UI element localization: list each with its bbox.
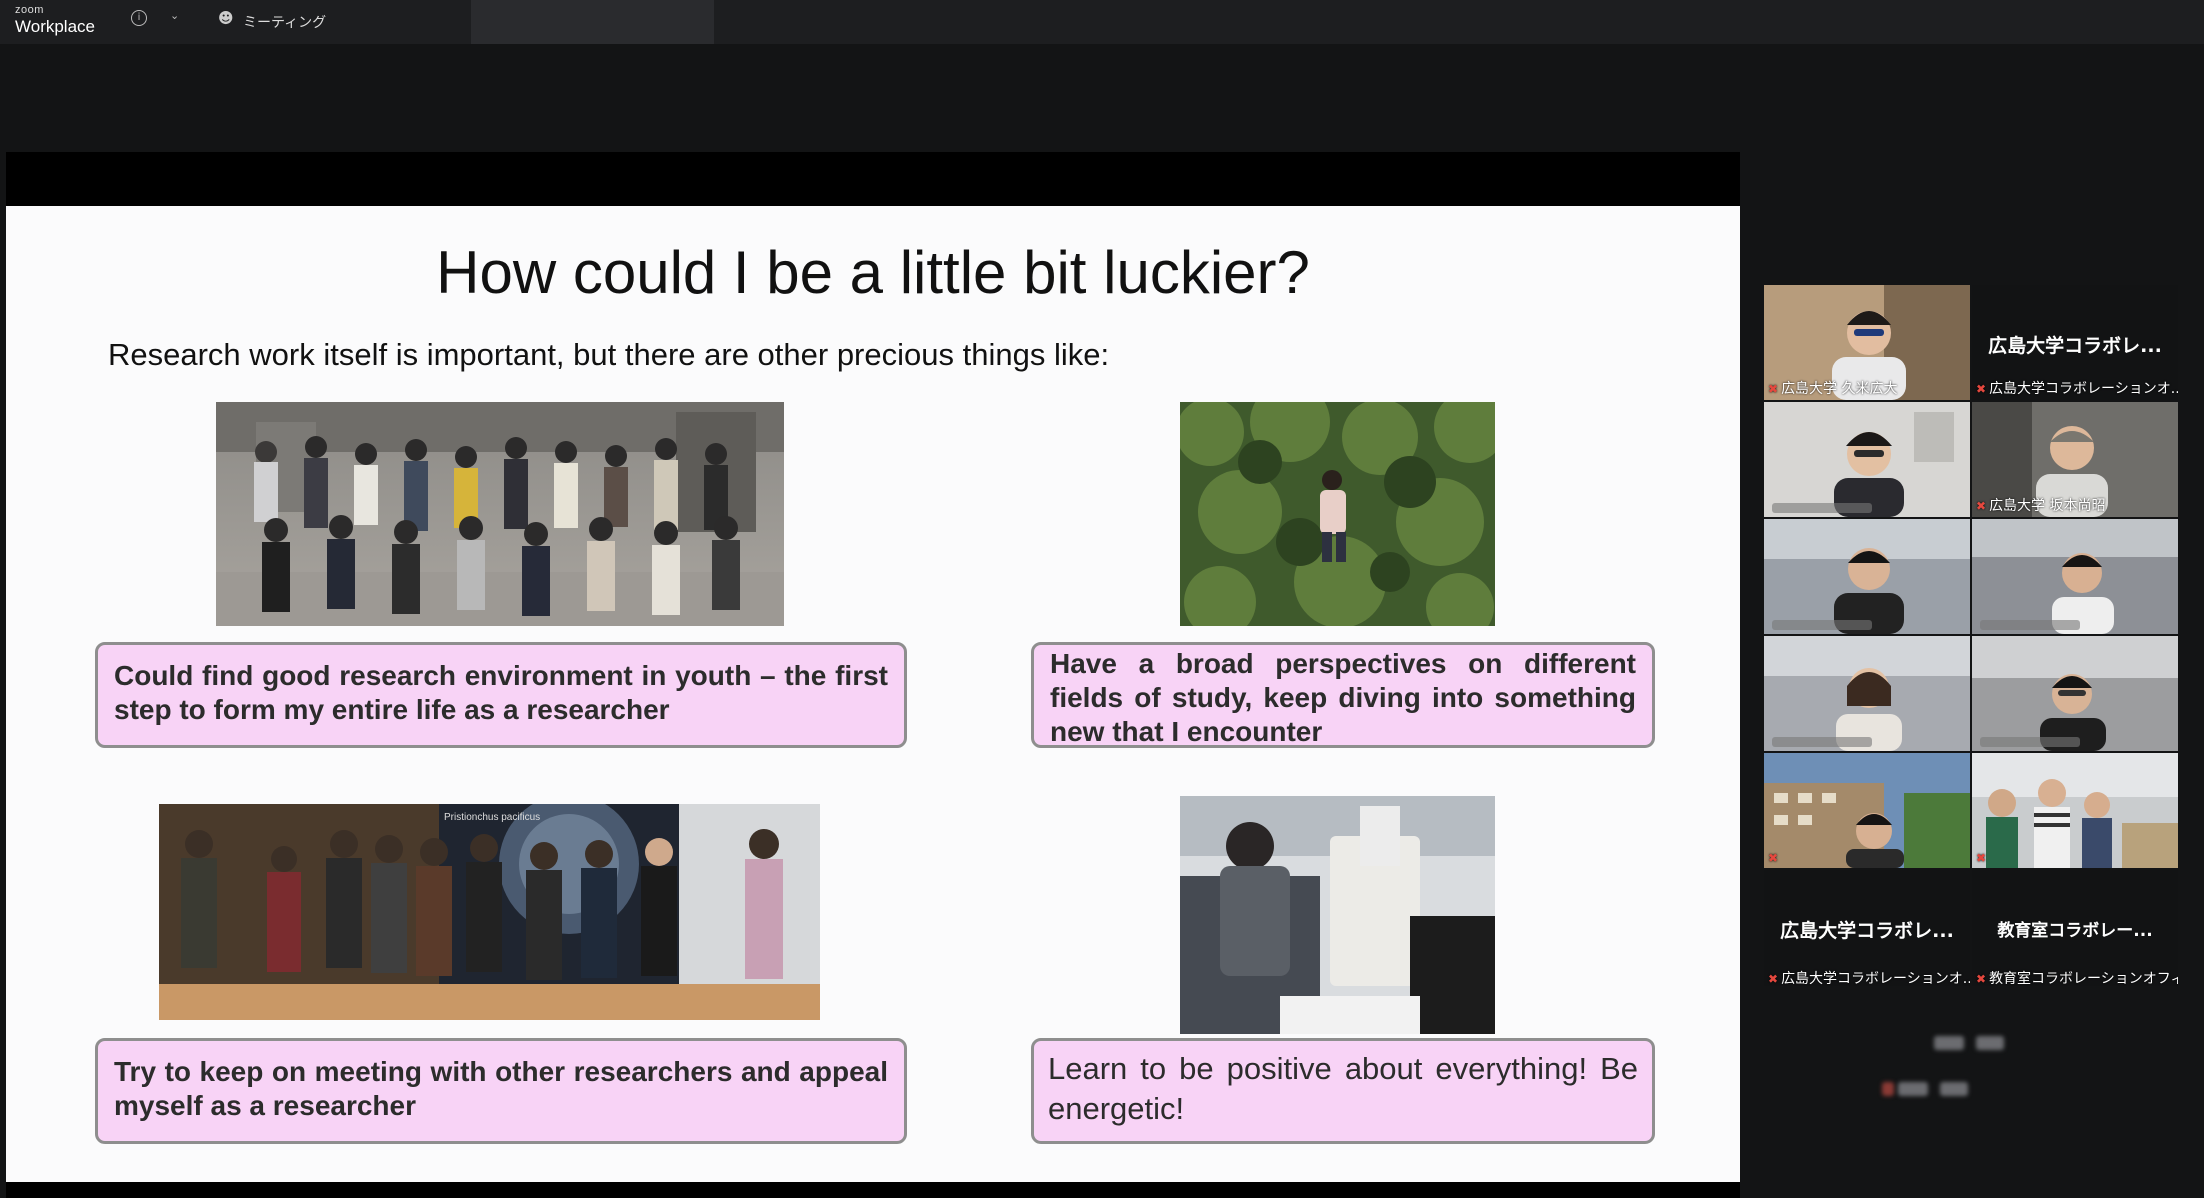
participant-video-tile[interactable]: ✖: [1764, 753, 1970, 868]
name-bar: [1772, 737, 1872, 747]
participants-icon: ☻: [218, 9, 234, 27]
participant-display-name: 教育室コラボレー...: [1997, 921, 2153, 941]
participant-video-tile[interactable]: ✖: [1972, 753, 2178, 868]
participant-name-text: 広島大学コラボレーションオ...: [1781, 971, 1970, 986]
meeting-label[interactable]: ミーティング: [243, 12, 326, 32]
participant-display-name: 広島大学コラボレ...: [1988, 335, 2162, 357]
name-bar: [1772, 503, 1872, 513]
mic-muted-icon: ✖: [1768, 382, 1779, 396]
caption-broad-perspectives: Have a broad perspectives on different f…: [1031, 642, 1655, 748]
participant-name: ✖ 広島大学コラボレーションオ...: [1768, 968, 1970, 986]
forest-fieldwork-photo: [1180, 402, 1495, 626]
participant-video-tile[interactable]: ✖ 広島大学 久米広大: [1764, 285, 1970, 400]
share-letterbox-bottom: [6, 1182, 1740, 1198]
caption-research-environment: Could find good research environment in …: [95, 642, 907, 748]
participant-name: ✖: [1768, 850, 1781, 866]
participant-name-tile[interactable]: 広島大学コラボレ... ✖ 広島大学コラボレーションオ...: [1972, 285, 2178, 400]
participant-video-tile[interactable]: [1972, 636, 2178, 751]
participant-name-text: 広島大学 坂本尚昭: [1989, 498, 2106, 514]
participant-name: ✖ 広島大学 久米広大: [1768, 378, 1898, 398]
participant-name-text: 広島大学 久米広大: [1781, 381, 1898, 397]
chevron-down-icon[interactable]: ⌄: [170, 9, 179, 22]
participant-name: ✖ 広島大学コラボレーションオ...: [1976, 378, 2178, 398]
participant-video-tile[interactable]: [1972, 519, 2178, 634]
mic-muted-icon: ✖: [1976, 851, 1987, 865]
participant-name-tile[interactable]: 広島大学コラボレ... ✖ 広島大学コラボレーションオ...: [1764, 870, 1970, 986]
name-bar: [1980, 737, 2080, 747]
mic-muted-icon: ✖: [1976, 499, 1987, 513]
participant-video-tile[interactable]: ✖ 広島大学 坂本尚昭: [1972, 402, 2178, 517]
slide-title: How could I be a little bit luckier?: [436, 239, 1310, 306]
share-letterbox-top: [6, 152, 1740, 206]
shared-slide: How could I be a little bit luckier? Res…: [6, 206, 1740, 1182]
brand-big: Workplace: [15, 17, 95, 36]
lab-group-photo: [216, 402, 784, 626]
participant-name-tile[interactable]: 教育室コラボレー... ✖ 教育室コラボレーションオフィ...: [1972, 870, 2178, 986]
slide-subtitle: Research work itself is important, but t…: [108, 337, 1110, 372]
mic-muted-icon: ✖: [1976, 972, 1987, 986]
brand-small: zoom: [15, 4, 44, 16]
participant-display-name: 広島大学コラボレ...: [1780, 920, 1954, 942]
participant-name-text: 広島大学コラボレーションオ...: [1989, 381, 2178, 397]
participant-video-tile[interactable]: [1764, 519, 1970, 634]
participant-name: ✖ 教育室コラボレーションオフィ...: [1976, 968, 2178, 986]
photo-label-pristionchus: Pristionchus pacificus: [444, 812, 540, 823]
researchers-meeting-photo: Pristionchus pacificus: [159, 804, 820, 1020]
name-bar: [1772, 620, 1872, 630]
caption-meeting-researchers: Try to keep on meeting with other resear…: [95, 1038, 907, 1144]
participant-name: ✖: [1976, 850, 1989, 866]
mic-muted-icon: ✖: [1768, 851, 1779, 865]
participant-video-tile-active-speaker[interactable]: [1764, 402, 1970, 517]
title-bar: zoom Workplace i ⌄ ☻ ミーティング: [0, 0, 2204, 44]
mic-muted-icon: ✖: [1768, 972, 1779, 986]
caption-be-positive: Learn to be positive about everything! B…: [1031, 1038, 1655, 1144]
participant-video-tile[interactable]: [1764, 636, 1970, 751]
name-bar: [1980, 620, 2080, 630]
info-icon[interactable]: i: [131, 10, 147, 26]
active-tab[interactable]: [471, 0, 714, 44]
microscope-photo: [1180, 796, 1495, 1034]
participant-name-text: 教育室コラボレーションオフィ...: [1989, 971, 2178, 986]
participant-name: ✖ 広島大学 坂本尚昭: [1976, 495, 2106, 515]
mic-muted-icon: ✖: [1976, 382, 1987, 396]
zoom-workplace-logo: zoom Workplace: [15, 4, 95, 36]
